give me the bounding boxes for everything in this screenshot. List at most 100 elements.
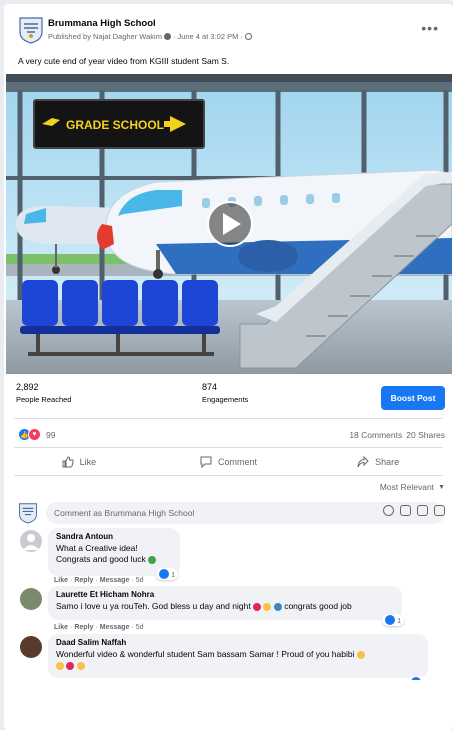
caret-down-icon: ▼ <box>438 483 445 491</box>
comment-line: congrats good job <box>284 601 352 611</box>
avatar[interactable] <box>20 588 42 610</box>
sticker-icon[interactable] <box>434 505 445 516</box>
comment-like-link[interactable]: Like <box>54 624 68 631</box>
comment-text: Wonderful video & wonderful student Sam … <box>56 649 420 671</box>
comment-item: Laurette Et Hicham Nohra Samo i love u y… <box>4 586 453 636</box>
reaction-count[interactable]: 99 <box>46 430 55 440</box>
like-reaction-icon <box>159 569 169 579</box>
sign-text: GRADE SCHOOL <box>66 118 164 132</box>
published-by[interactable]: Published by Najat Dagher Wakim <box>48 32 162 41</box>
heart-emoji-icon <box>66 661 75 670</box>
engagements-value: 874 <box>202 382 218 392</box>
play-icon[interactable] <box>207 201 253 247</box>
info-icon[interactable] <box>163 33 171 40</box>
comment-reaction-count[interactable]: 1 <box>156 568 179 580</box>
comment-reply-link[interactable]: Reply <box>74 624 93 631</box>
comment-bubble: Laurette Et Hicham Nohra Samo i love u y… <box>48 586 402 620</box>
separator: · <box>172 32 176 41</box>
comment-line: What a Creative idea! <box>56 543 138 553</box>
share-icon <box>357 456 369 468</box>
card-footer-space <box>4 680 453 730</box>
post-card: Brummana High School Published by Najat … <box>4 4 453 730</box>
comment-time[interactable]: 5d <box>136 577 144 584</box>
comment-line: Wonderful video & wonderful student Sam … <box>56 649 355 659</box>
like-reaction-icon <box>385 615 395 625</box>
sort-dropdown[interactable]: Most Relevant ▼ <box>380 482 445 492</box>
clover-emoji-icon <box>148 555 157 564</box>
post-actions: Like Comment Share <box>4 450 453 474</box>
comment-actions: Like · Reply · Message · 5d <box>54 624 144 631</box>
globe-icon <box>244 33 252 40</box>
video-thumbnail: GRADE SCHOOL <box>6 74 452 374</box>
comment-bubble: Daad Salim Naffah Wonderful video & wond… <box>48 634 428 678</box>
school-logo-small <box>19 503 37 524</box>
reactions-bar: 👍 ♥ 99 18 Comments 20 Shares <box>4 424 453 446</box>
avatar[interactable] <box>20 530 42 552</box>
post-date[interactable]: June 4 at 3:02 PM <box>177 32 238 41</box>
reaction-count: 1 <box>171 569 176 579</box>
comment-share-counts: 18 Comments 20 Shares <box>349 430 445 440</box>
school-logo[interactable] <box>18 16 44 44</box>
comment-item: Daad Salim Naffah Wonderful video & wond… <box>4 634 453 688</box>
sign-board: GRADE SCHOOL <box>33 99 205 149</box>
post-meta: Published by Najat Dagher Wakim · June 4… <box>48 32 252 41</box>
people-reached[interactable]: 2,892 People Reached <box>16 382 71 404</box>
commenter-name[interactable]: Daad Salim Naffah <box>56 638 420 647</box>
reached-label: People Reached <box>16 395 72 404</box>
like-label: Like <box>79 457 97 467</box>
blue-heart-emoji-icon <box>273 602 282 611</box>
clap-emoji-icon <box>356 650 365 659</box>
divider <box>14 475 443 476</box>
commenter-name[interactable]: Laurette Et Hicham Nohra <box>56 590 394 599</box>
post-header: Brummana High School Published by Najat … <box>4 4 453 48</box>
comment-icon <box>200 456 212 468</box>
comment-reply-link[interactable]: Reply <box>74 577 93 584</box>
more-dots-icon[interactable]: ••• <box>421 21 439 35</box>
engagements[interactable]: 874 Engagements <box>202 382 248 404</box>
reaction-count: 1 <box>397 615 402 625</box>
comment-text: Samo i love u ya rouTeh. God bless u day… <box>56 601 394 612</box>
share-button[interactable]: Share <box>303 450 453 474</box>
comment-item: Sandra Antoun What a Creative idea! Cong… <box>4 528 453 588</box>
page-name[interactable]: Brummana High School <box>48 18 156 29</box>
emoji-icon[interactable] <box>383 505 394 516</box>
comment-message-link[interactable]: Message <box>100 624 130 631</box>
video-player[interactable]: GRADE SCHOOL <box>6 74 452 374</box>
reached-value: 2,892 <box>16 382 39 392</box>
composer-icons <box>383 505 445 516</box>
comment-button[interactable]: Comment <box>154 450 304 474</box>
comment-time[interactable]: 5d <box>136 624 144 631</box>
heart-emoji-icon <box>253 602 262 611</box>
comment-actions: Like · Reply · Message · 5d <box>54 577 144 584</box>
comment-message-link[interactable]: Message <box>100 577 130 584</box>
sort-label: Most Relevant <box>379 482 435 492</box>
love-reaction-icon: ♥ <box>28 428 41 441</box>
comment-line: Samo i love u ya rouTeh. God bless u day… <box>56 601 251 611</box>
comment-line: Congrats and good luck <box>56 554 146 564</box>
separator: · <box>240 32 243 41</box>
commenter-name[interactable]: Sandra Antoun <box>56 532 172 541</box>
clap-emoji-icon <box>56 661 64 670</box>
reaction-icons[interactable]: 👍 ♥ <box>18 428 41 441</box>
comment-reaction-count[interactable]: 1 <box>382 614 405 626</box>
thumbs-up-icon <box>62 456 74 468</box>
camera-icon[interactable] <box>400 505 411 516</box>
comment-label: Comment <box>218 457 258 467</box>
post-stats: 2,892 People Reached 874 Engagements Boo… <box>4 376 453 416</box>
comment-composer: Comment as Brummana High School <box>4 500 453 526</box>
engagements-label: Engagements <box>202 395 249 404</box>
comment-text: What a Creative idea! Congrats and good … <box>56 543 172 565</box>
like-button[interactable]: Like <box>4 450 154 474</box>
shares-count[interactable]: 20 Shares <box>406 430 445 440</box>
share-label: Share <box>375 457 400 467</box>
divider <box>14 418 443 419</box>
muscle-emoji-icon <box>76 661 85 670</box>
comments-count[interactable]: 18 Comments <box>349 430 402 440</box>
comment-like-link[interactable]: Like <box>54 577 68 584</box>
gif-icon[interactable] <box>417 505 428 516</box>
pray-emoji-icon <box>263 602 272 611</box>
boost-post-button[interactable]: Boost Post <box>381 386 445 410</box>
divider <box>14 447 443 448</box>
post-caption: A very cute end of year video from KGIII… <box>18 56 230 66</box>
avatar[interactable] <box>20 636 42 658</box>
